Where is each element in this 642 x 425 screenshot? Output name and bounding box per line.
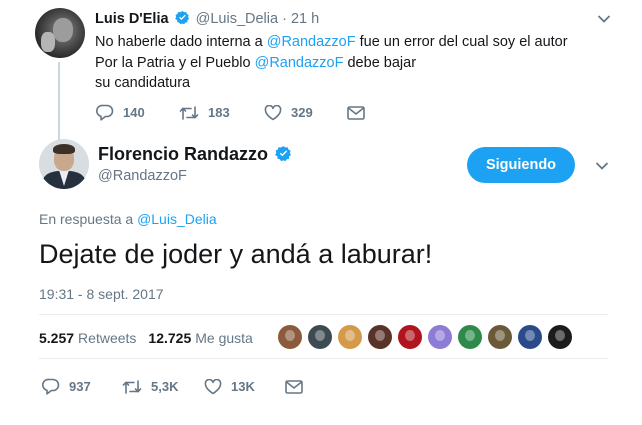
divider	[39, 314, 608, 315]
following-button[interactable]: Siguiendo	[467, 147, 575, 183]
heart-icon	[204, 378, 222, 394]
liker-avatar[interactable]	[428, 325, 452, 349]
parent-author-handle[interactable]: @Luis_Delia	[196, 11, 278, 27]
parent-tweet-time[interactable]: 21 h	[291, 11, 319, 27]
main-tweet-timestamp[interactable]: 19:31 - 8 sept. 2017	[39, 286, 164, 302]
reply-to-mention-link[interactable]: @Luis_Delia	[137, 211, 217, 227]
reply-count: 937	[69, 379, 91, 394]
main-tweet-text: Dejate de joder y andá a laburar!	[39, 239, 433, 269]
separator-dot: ·	[282, 11, 287, 27]
retweet-button[interactable]: 5,3K	[122, 379, 204, 395]
retweet-count: 183	[208, 105, 230, 120]
reply-button[interactable]: 937	[42, 378, 122, 395]
main-author-handle[interactable]: @RandazzoF	[98, 168, 187, 184]
florencio-randazzo-avatar[interactable]	[39, 139, 89, 189]
retweet-icon	[179, 105, 199, 120]
liker-avatar[interactable]	[548, 325, 572, 349]
parent-tweet-header: Luis D'Elia @Luis_Delia · 21 h	[95, 10, 319, 27]
like-count: 329	[291, 105, 313, 120]
liker-avatars	[278, 325, 578, 349]
liker-avatar[interactable]	[518, 325, 542, 349]
verified-badge-icon	[174, 10, 189, 25]
liker-avatar[interactable]	[458, 325, 482, 349]
divider	[39, 358, 608, 359]
envelope-icon	[285, 379, 303, 394]
mention-link[interactable]: @RandazzoF	[267, 34, 356, 50]
parent-more-chevron-down-icon[interactable]	[597, 14, 611, 24]
like-button[interactable]: 13K	[204, 378, 285, 395]
parent-tweet-actions: 140 183 329	[96, 104, 365, 121]
mention-link[interactable]: @RandazzoF	[255, 55, 344, 71]
reply-icon	[42, 378, 60, 395]
like-count: 13K	[231, 379, 255, 394]
main-author-name[interactable]: Florencio Randazzo	[98, 144, 294, 165]
liker-avatar[interactable]	[308, 325, 332, 349]
verified-badge-icon	[275, 146, 291, 162]
likes-stat[interactable]: 12.725 Me gusta	[148, 330, 252, 346]
reply-count: 140	[123, 105, 145, 120]
retweet-count: 5,3K	[151, 379, 179, 394]
thread-line	[58, 62, 60, 140]
luis-delia-avatar[interactable]	[35, 8, 85, 58]
liker-avatar[interactable]	[488, 325, 512, 349]
parent-tweet: Luis D'Elia @Luis_Delia · 21 h No haberl…	[0, 0, 642, 140]
main-more-chevron-down-icon[interactable]	[595, 161, 609, 171]
reply-icon	[96, 104, 114, 121]
parent-author-name[interactable]: Luis D'Elia	[95, 11, 169, 27]
reply-context: En respuesta a @Luis_Delia	[39, 211, 217, 227]
main-tweet-actions: 937 5,3K 13K	[42, 378, 303, 395]
liker-avatar[interactable]	[398, 325, 422, 349]
liker-avatar[interactable]	[278, 325, 302, 349]
liker-avatar[interactable]	[368, 325, 392, 349]
like-button[interactable]: 329	[264, 104, 347, 121]
direct-message-button[interactable]	[285, 379, 303, 394]
retweet-button[interactable]: 183	[179, 105, 264, 121]
retweet-icon	[122, 379, 142, 394]
liker-avatar[interactable]	[338, 325, 362, 349]
reply-button[interactable]: 140	[96, 104, 179, 121]
direct-message-button[interactable]	[347, 105, 365, 120]
retweets-stat[interactable]: 5.257 Retweets	[39, 330, 136, 346]
parent-tweet-text: No haberle dado interna a @RandazzoF fue…	[95, 34, 568, 91]
heart-icon	[264, 104, 282, 120]
tweet-stats: 5.257 Retweets 12.725 Me gusta	[39, 330, 253, 346]
envelope-icon	[347, 105, 365, 120]
